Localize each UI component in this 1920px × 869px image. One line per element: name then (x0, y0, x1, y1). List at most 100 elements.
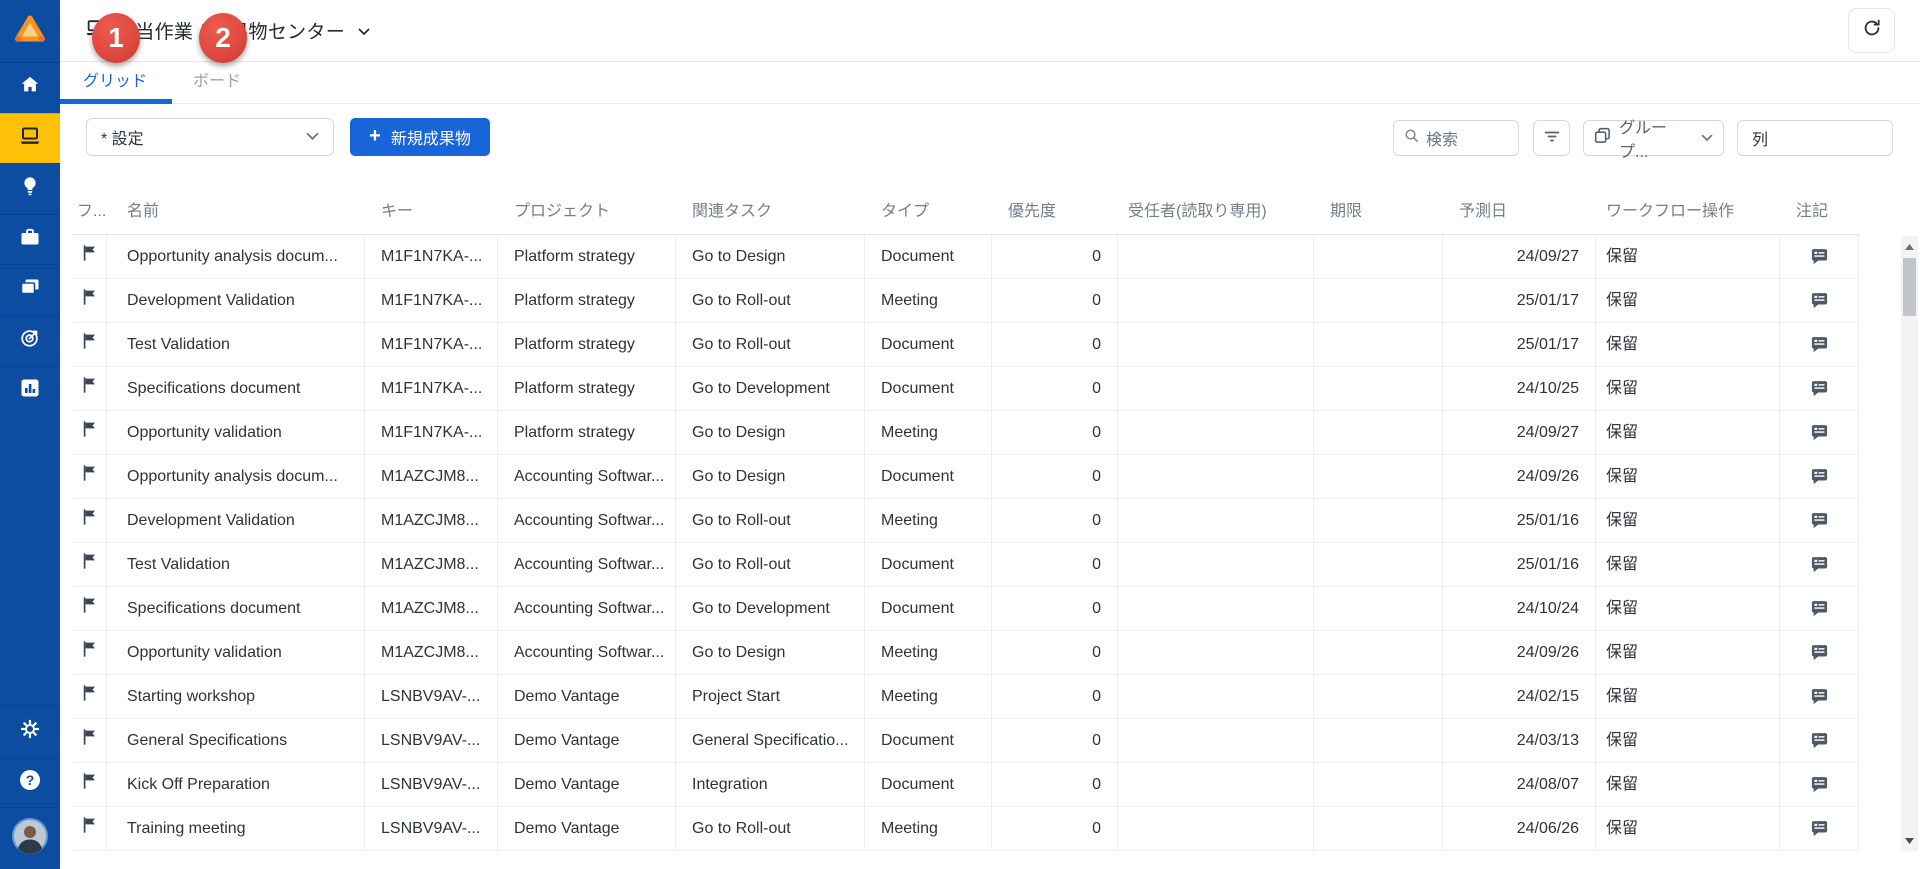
table-row[interactable]: General Specifications LSNBV9AV-... Demo… (73, 719, 1859, 763)
refresh-icon (1861, 17, 1883, 44)
filter-button[interactable] (1533, 120, 1570, 156)
table-row[interactable]: Kick Off Preparation LSNBV9AV-... Demo V… (73, 763, 1859, 807)
column-header-due[interactable]: 期限 (1314, 189, 1443, 234)
scroll-down-arrow[interactable] (1901, 832, 1918, 849)
sidebar-item-projects[interactable] (0, 264, 60, 315)
flag-icon[interactable] (82, 279, 97, 322)
table-row[interactable]: Opportunity analysis docum... M1AZCJM8..… (73, 455, 1859, 499)
note-icon[interactable] (1810, 291, 1829, 310)
refresh-button[interactable] (1848, 8, 1895, 53)
column-header-task[interactable]: 関連タスク (676, 189, 865, 234)
note-icon[interactable] (1810, 687, 1829, 706)
tab-board[interactable]: ボード (193, 62, 241, 104)
column-header-name[interactable]: 名前 (107, 189, 365, 234)
cell-name: Specifications document (107, 587, 365, 630)
flag-cell (73, 323, 107, 366)
column-header-priority[interactable]: 優先度 (992, 189, 1118, 234)
sidebar-item-my-work[interactable] (0, 113, 60, 164)
note-icon[interactable] (1810, 379, 1829, 398)
app-logo[interactable] (0, 0, 60, 62)
table-row[interactable]: Test Validation M1AZCJM8... Accounting S… (73, 543, 1859, 587)
scrollbar-thumb[interactable] (1903, 258, 1916, 316)
cell-name: Development Validation (107, 499, 365, 542)
group-by-select[interactable]: グループ... (1583, 120, 1724, 156)
flag-icon[interactable] (82, 367, 97, 410)
note-icon[interactable] (1810, 247, 1829, 266)
note-icon[interactable] (1810, 819, 1829, 838)
table-row[interactable]: Specifications document M1F1N7KA-... Pla… (73, 367, 1859, 411)
chevron-down-icon[interactable] (358, 23, 370, 41)
table-row[interactable]: Development Validation M1F1N7KA-... Plat… (73, 279, 1859, 323)
note-icon[interactable] (1810, 731, 1829, 750)
cell-forecast: 25/01/17 (1443, 323, 1596, 366)
note-cell (1780, 719, 1859, 762)
columns-button[interactable]: 列 (1737, 120, 1893, 156)
note-icon[interactable] (1810, 599, 1829, 618)
flag-icon[interactable] (82, 763, 97, 806)
table-row[interactable]: Training meeting LSNBV9AV-... Demo Vanta… (73, 807, 1859, 851)
cell-priority: 0 (992, 499, 1118, 542)
flag-icon[interactable] (82, 631, 97, 674)
table-row[interactable]: Specifications document M1AZCJM8... Acco… (73, 587, 1859, 631)
flag-icon[interactable] (82, 587, 97, 630)
sidebar-item-profile[interactable] (0, 807, 60, 869)
column-header-workflow[interactable]: ワークフロー操作 (1596, 189, 1780, 234)
note-icon[interactable] (1810, 423, 1829, 442)
new-deliverable-button[interactable]: + 新規成果物 (350, 118, 490, 156)
cell-key: M1AZCJM8... (365, 631, 498, 674)
scroll-up-arrow[interactable] (1901, 238, 1918, 255)
vertical-scrollbar[interactable] (1901, 236, 1918, 851)
title-group[interactable]: 担当作業 / 成果物センター (60, 0, 1920, 61)
group-by-value: グループ... (1619, 114, 1693, 162)
table-row[interactable]: Opportunity validation M1F1N7KA-... Plat… (73, 411, 1859, 455)
cell-type: Meeting (865, 675, 992, 718)
flag-icon[interactable] (82, 455, 97, 498)
column-header-notes[interactable]: 注記 (1780, 189, 1859, 234)
column-header-assignee[interactable]: 受任者(読取り専用) (1118, 189, 1314, 234)
sidebar-item-help[interactable]: ? (0, 757, 60, 808)
search-input[interactable]: 検索 (1393, 120, 1519, 156)
flag-icon[interactable] (82, 411, 97, 454)
flag-icon[interactable] (82, 675, 97, 718)
note-icon[interactable] (1810, 775, 1829, 794)
column-header-key[interactable]: キー (365, 189, 498, 234)
cell-key: LSNBV9AV-... (365, 675, 498, 718)
tab-grid[interactable]: グリッド (83, 62, 147, 104)
note-icon[interactable] (1810, 467, 1829, 486)
cell-forecast: 25/01/16 (1443, 543, 1596, 586)
cell-key: M1F1N7KA-... (365, 367, 498, 410)
table-row[interactable]: Development Validation M1AZCJM8... Accou… (73, 499, 1859, 543)
note-icon[interactable] (1810, 335, 1829, 354)
sidebar-item-portfolio[interactable] (0, 214, 60, 265)
sidebar-item-home[interactable] (0, 62, 60, 113)
column-header-project[interactable]: プロジェクト (498, 189, 676, 234)
table-row[interactable]: Test Validation M1F1N7KA-... Platform st… (73, 323, 1859, 367)
table-row[interactable]: Opportunity validation M1AZCJM8... Accou… (73, 631, 1859, 675)
table-row[interactable]: Opportunity analysis docum... M1F1N7KA-.… (73, 235, 1859, 279)
sidebar-item-reports[interactable] (0, 365, 60, 416)
cell-assignee (1118, 675, 1314, 718)
flag-icon[interactable] (82, 807, 97, 850)
column-header-flag[interactable]: フ... (73, 189, 107, 234)
cell-priority: 0 (992, 543, 1118, 586)
flag-icon[interactable] (82, 235, 97, 278)
flag-icon[interactable] (82, 499, 97, 542)
note-icon[interactable] (1810, 643, 1829, 662)
note-icon[interactable] (1810, 555, 1829, 574)
sidebar-item-ideas[interactable] (0, 163, 60, 214)
note-icon[interactable] (1810, 511, 1829, 530)
flag-icon[interactable] (82, 323, 97, 366)
cell-forecast: 25/01/17 (1443, 279, 1596, 322)
flag-icon[interactable] (82, 543, 97, 586)
cell-project: Demo Vantage (498, 807, 676, 850)
sidebar-item-goals[interactable] (0, 315, 60, 366)
sidebar-item-settings[interactable] (0, 706, 60, 757)
table-row[interactable]: Starting workshop LSNBV9AV-... Demo Vant… (73, 675, 1859, 719)
cell-assignee (1118, 587, 1314, 630)
flag-icon[interactable] (82, 719, 97, 762)
tab-bar: グリッド ボード (60, 62, 1920, 104)
column-header-forecast[interactable]: 予測日 (1443, 189, 1596, 234)
flag-cell (73, 279, 107, 322)
settings-select[interactable]: * 設定 (86, 118, 334, 156)
column-header-type[interactable]: タイプ (865, 189, 992, 234)
